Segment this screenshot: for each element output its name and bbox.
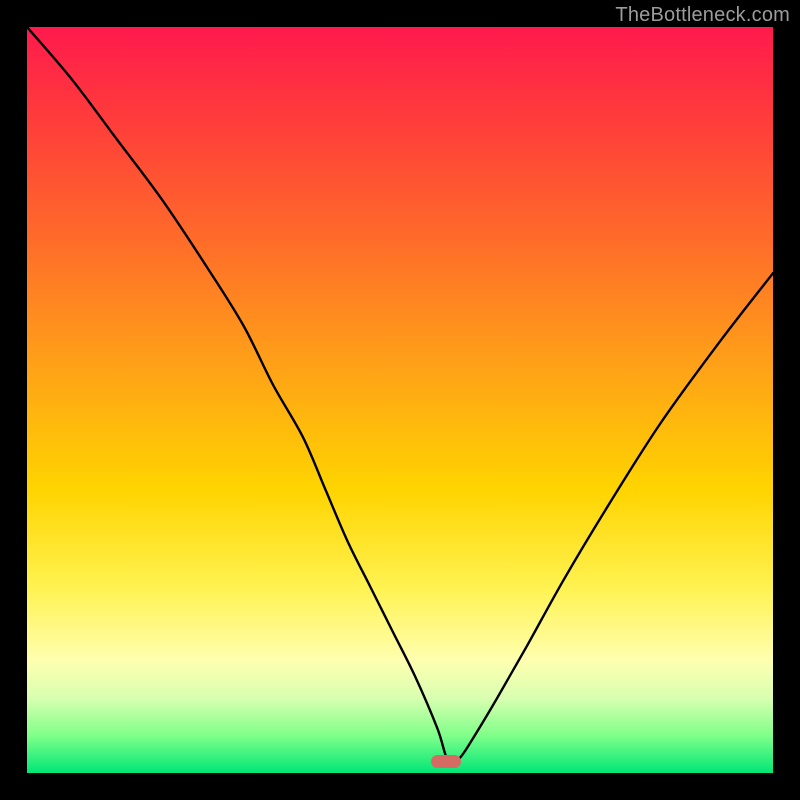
bottleneck-curve [27,27,773,773]
chart-frame: TheBottleneck.com [0,0,800,800]
plot-area [27,27,773,773]
attribution-text: TheBottleneck.com [615,4,790,27]
optimum-marker [431,755,461,768]
